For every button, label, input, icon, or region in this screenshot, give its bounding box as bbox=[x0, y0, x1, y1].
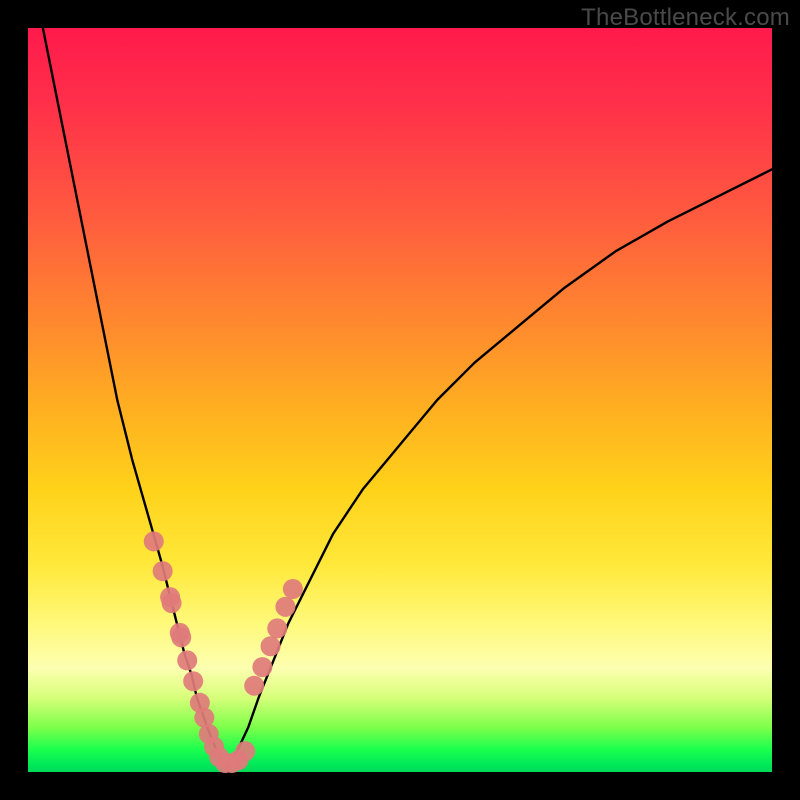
curve-layer bbox=[28, 28, 772, 772]
scatter-point bbox=[153, 561, 173, 581]
scatter-point bbox=[144, 531, 164, 551]
scatter-point bbox=[177, 650, 197, 670]
curve-path bbox=[228, 169, 772, 766]
scatter-point bbox=[267, 618, 287, 638]
scatter-point bbox=[235, 741, 255, 761]
scatter-point bbox=[171, 627, 191, 647]
plot-area bbox=[28, 28, 772, 772]
scatter-series-layer bbox=[144, 531, 303, 773]
scatter-point bbox=[244, 676, 264, 696]
scatter-point bbox=[261, 636, 281, 656]
scatter-point bbox=[162, 593, 182, 613]
scatter-point bbox=[183, 671, 203, 691]
scatter-point bbox=[283, 579, 303, 599]
scatter-point bbox=[275, 597, 295, 617]
scatter-point bbox=[252, 657, 272, 677]
line-series-layer bbox=[43, 28, 772, 766]
chart-frame: TheBottleneck.com bbox=[0, 0, 800, 800]
curve-path bbox=[43, 28, 228, 766]
